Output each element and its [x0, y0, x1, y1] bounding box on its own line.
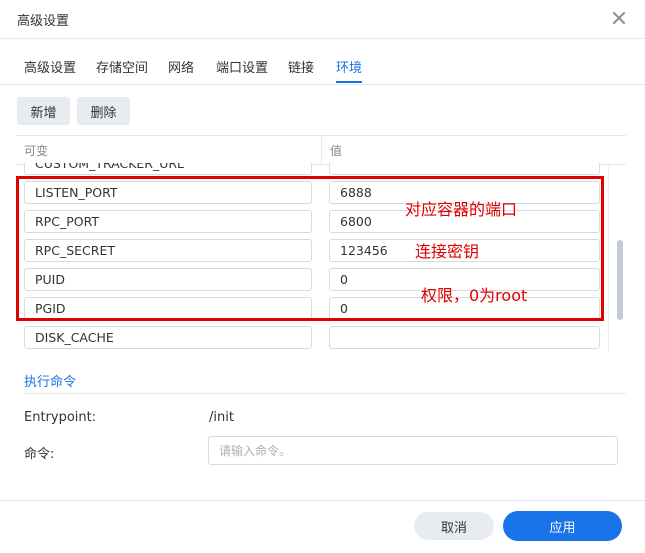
tab-links[interactable]: 链接	[288, 57, 314, 76]
section-divider	[24, 393, 626, 394]
tab-advanced-settings[interactable]: 高级设置	[24, 57, 76, 76]
exec-command-section-title[interactable]: 执行命令	[24, 371, 76, 390]
cancel-button[interactable]: 取消	[414, 512, 494, 540]
dialog-title: 高级设置	[17, 14, 70, 29]
row-divider	[608, 323, 609, 352]
add-button[interactable]: 新增	[17, 97, 70, 125]
table-scrollbar[interactable]	[617, 240, 623, 320]
command-label: 命令:	[24, 447, 55, 462]
entrypoint-value: /init	[209, 410, 234, 425]
column-header-variable: 可变	[24, 144, 49, 158]
row-divider	[608, 265, 609, 294]
advanced-settings-dialog: 高级设置 高级设置 存储空间 网络 端口设置 链接 环境 新增 删除 可变 值 …	[0, 0, 645, 552]
variable-name-field[interactable]: DISK_CACHE	[24, 326, 312, 349]
tab-environment[interactable]: 环境	[336, 57, 362, 76]
row-divider	[608, 163, 609, 178]
annotation-port: 对应容器的端口	[405, 200, 518, 219]
table-row: DISK_CACHE	[16, 323, 626, 352]
command-input[interactable]	[208, 436, 618, 465]
tab-network[interactable]: 网络	[168, 57, 194, 76]
apply-button[interactable]: 应用	[503, 511, 622, 541]
row-divider	[608, 178, 609, 207]
annotation-permission: 权限，0为root	[421, 286, 528, 305]
row-divider	[608, 207, 609, 236]
table-header: 可变 值	[16, 135, 626, 165]
close-icon[interactable]	[607, 6, 631, 30]
tab-port-settings[interactable]: 端口设置	[216, 57, 268, 76]
row-divider	[608, 294, 609, 323]
tab-storage[interactable]: 存储空间	[96, 57, 148, 76]
entrypoint-label: Entrypoint:	[24, 410, 97, 425]
dialog-titlebar: 高级设置	[0, 0, 645, 39]
variable-value-field[interactable]	[329, 163, 600, 175]
active-tab-indicator	[336, 81, 362, 83]
column-divider	[321, 136, 322, 164]
tab-bar: 高级设置 存储空间 网络 端口设置 链接 环境	[0, 38, 645, 85]
row-divider	[608, 236, 609, 265]
variable-name-field[interactable]: CUSTOM_TRACKER_URL	[24, 163, 312, 175]
annotation-secret: 连接密钥	[415, 242, 480, 261]
variable-value-field[interactable]	[329, 326, 600, 349]
delete-button[interactable]: 删除	[77, 97, 130, 125]
column-header-value: 值	[330, 144, 343, 158]
